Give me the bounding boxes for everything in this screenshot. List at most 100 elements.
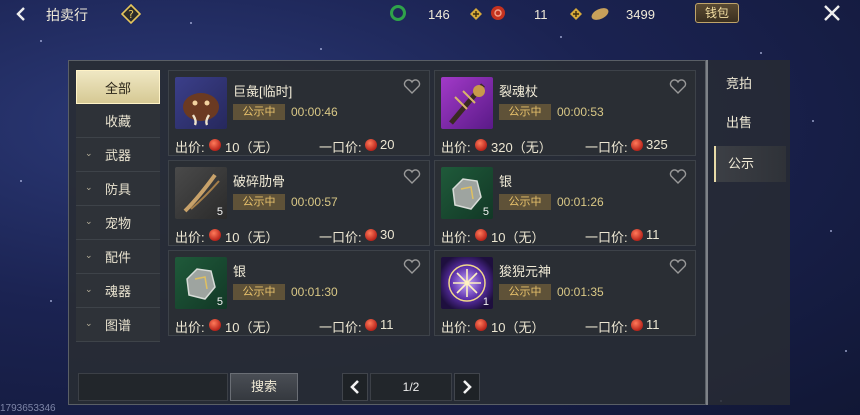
spirit-orb-icon: 1 — [441, 257, 493, 309]
jade-value: 146 — [428, 6, 450, 22]
buyout-value: 11 — [646, 227, 660, 242]
favorite-heart-icon[interactable] — [403, 169, 421, 185]
bid-label: 出价: — [441, 140, 471, 155]
sidebar-item-label: 全部 — [104, 80, 131, 96]
status-badge: 公示中 — [233, 284, 285, 300]
sidebar-item-label: 防具 — [104, 182, 131, 197]
wallet-button[interactable]: 钱包 — [695, 3, 739, 23]
bid-value: 10（无） — [491, 320, 545, 335]
favorite-heart-icon[interactable] — [403, 79, 421, 95]
resource-gold-value: 3499 — [626, 4, 655, 24]
close-icon[interactable] — [821, 2, 843, 24]
listing-card[interactable]: 1 狻猊元神 公示中 00:01:35 出价: 10（无） 一口价: 11 — [434, 250, 696, 336]
item-name: 银 — [499, 174, 513, 189]
item-quantity: 1 — [482, 296, 489, 308]
sidebar-item-favorites[interactable]: 收藏 — [76, 104, 160, 138]
price-row: 出价: 320（无） 一口价: 325 — [441, 137, 691, 155]
countdown-timer: 00:01:30 — [291, 285, 338, 299]
status-badge: 公示中 — [499, 284, 551, 300]
rib-icon: 5 — [175, 167, 227, 219]
item-name: 裂魂杖 — [499, 84, 539, 99]
countdown-timer: 00:00:57 — [291, 195, 338, 209]
chevron-down-icon: ⌄ — [85, 148, 93, 158]
listing-card[interactable]: 5 银 公示中 00:01:30 出价: 10（无） 一口价: 11 — [168, 250, 430, 336]
search-input[interactable] — [78, 373, 228, 401]
svg-text:?: ? — [128, 8, 134, 21]
sidebar-item-accessories[interactable]: ⌄ 配件 — [76, 240, 160, 274]
status-badge: 公示中 — [233, 194, 285, 210]
red-coin-icon — [365, 319, 377, 331]
sidebar-item-pets[interactable]: ⌄ 宠物 — [76, 206, 160, 240]
favorite-heart-icon[interactable] — [669, 79, 687, 95]
listing-card[interactable]: 5 银 公示中 00:01:26 出价: 10（无） 一口价: 11 — [434, 160, 696, 246]
help-icon[interactable]: ? — [120, 3, 142, 25]
item-quantity: 5 — [216, 206, 223, 218]
tab-bidding[interactable]: 竞拍 — [714, 66, 786, 102]
tab-selling[interactable]: 出售 — [714, 105, 786, 141]
sidebar-item-blueprints[interactable]: ⌄ 图谱 — [76, 308, 160, 342]
red-coin-icon — [475, 319, 487, 331]
sidebar-item-label: 图谱 — [104, 318, 131, 333]
favorite-heart-icon[interactable] — [669, 259, 687, 275]
silver-ore-icon: 5 — [175, 257, 227, 309]
price-row: 出价: 10（无） 一口价: 20 — [175, 137, 425, 155]
add-jade-icon[interactable] — [470, 7, 482, 20]
listing-card[interactable]: 5 破碎肋骨 公示中 00:00:57 出价: 10（无） 一口价: 30 — [168, 160, 430, 246]
sidebar-item-label: 配件 — [104, 250, 131, 265]
bid-label: 出价: — [441, 320, 471, 335]
favorite-heart-icon[interactable] — [669, 169, 687, 185]
buyout-value: 30 — [380, 227, 395, 242]
red-coin-icon — [631, 139, 643, 151]
staff-icon — [441, 77, 493, 129]
tab-public-notice[interactable]: 公示 — [714, 146, 786, 182]
page-indicator: 1/2 — [370, 373, 452, 401]
add-coin-icon[interactable] — [570, 7, 582, 20]
countdown-timer: 00:01:35 — [557, 285, 604, 299]
search-button[interactable]: 搜索 — [230, 373, 298, 401]
top-bar: 拍卖行 ? 146 11 3499 钱包 — [0, 0, 860, 28]
item-name: 破碎肋骨 — [233, 174, 286, 189]
red-coin-icon — [631, 319, 643, 331]
price-row: 出价: 10（无） 一口价: 11 — [441, 317, 691, 335]
red-coin-icon — [365, 139, 377, 151]
resource-coin — [489, 4, 507, 24]
buyout-label: 一口价: — [319, 230, 362, 245]
countdown-timer: 00:01:26 — [557, 195, 604, 209]
back-arrow-icon[interactable] — [12, 4, 32, 24]
bid-value: 10（无） — [225, 230, 279, 245]
sidebar-item-weapons[interactable]: ⌄ 武器 — [76, 138, 160, 172]
buyout-label: 一口价: — [585, 320, 628, 335]
sidebar-item-label: 武器 — [104, 148, 131, 163]
price-row: 出价: 10（无） 一口价: 11 — [441, 227, 691, 245]
chevron-down-icon: ⌄ — [85, 250, 93, 260]
chevron-down-icon: ⌄ — [85, 216, 93, 226]
bottom-bar: 搜索 1/2 — [68, 367, 706, 405]
resource-jade-value: 146 — [428, 4, 450, 24]
category-sidebar: 全部 收藏 ⌄ 武器 ⌄ 防具 ⌄ 宠物 ⌄ 配件 ⌄ 魂器 ⌄ 图谱 — [76, 70, 160, 360]
countdown-timer: 00:00:46 — [291, 105, 338, 119]
sidebar-item-all[interactable]: 全部 — [76, 70, 160, 104]
next-page-button[interactable] — [454, 373, 480, 401]
buyout-value: 20 — [380, 137, 395, 152]
sidebar-item-armor[interactable]: ⌄ 防具 — [76, 172, 160, 206]
sidebar-item-soul-artifacts[interactable]: ⌄ 魂器 — [76, 274, 160, 308]
sidebar-item-label: 宠物 — [104, 216, 131, 231]
buyout-value: 11 — [646, 317, 660, 332]
bid-label: 出价: — [175, 230, 205, 245]
item-name: 银 — [233, 264, 247, 279]
prev-page-button[interactable] — [342, 373, 368, 401]
favorite-heart-icon[interactable] — [403, 259, 421, 275]
resource-coin-value: 11 — [534, 4, 548, 24]
listing-card[interactable]: 巨彘[临时] 公示中 00:00:46 出价: 10（无） 一口价: 20 — [168, 70, 430, 156]
listing-card[interactable]: 裂魂杖 公示中 00:00:53 出价: 320（无） 一口价: 325 — [434, 70, 696, 156]
item-quantity: 5 — [482, 206, 489, 218]
buyout-value: 11 — [380, 317, 394, 332]
status-badge: 公示中 — [233, 104, 285, 120]
buyout-label: 一口价: — [585, 230, 628, 245]
chevron-down-icon: ⌄ — [85, 284, 93, 294]
bid-value: 320（无） — [491, 140, 552, 155]
price-row: 出价: 10（无） 一口价: 11 — [175, 317, 425, 335]
gold-ingot-icon — [589, 4, 611, 25]
bid-label: 出价: — [175, 140, 205, 155]
buyout-label: 一口价: — [585, 140, 628, 155]
